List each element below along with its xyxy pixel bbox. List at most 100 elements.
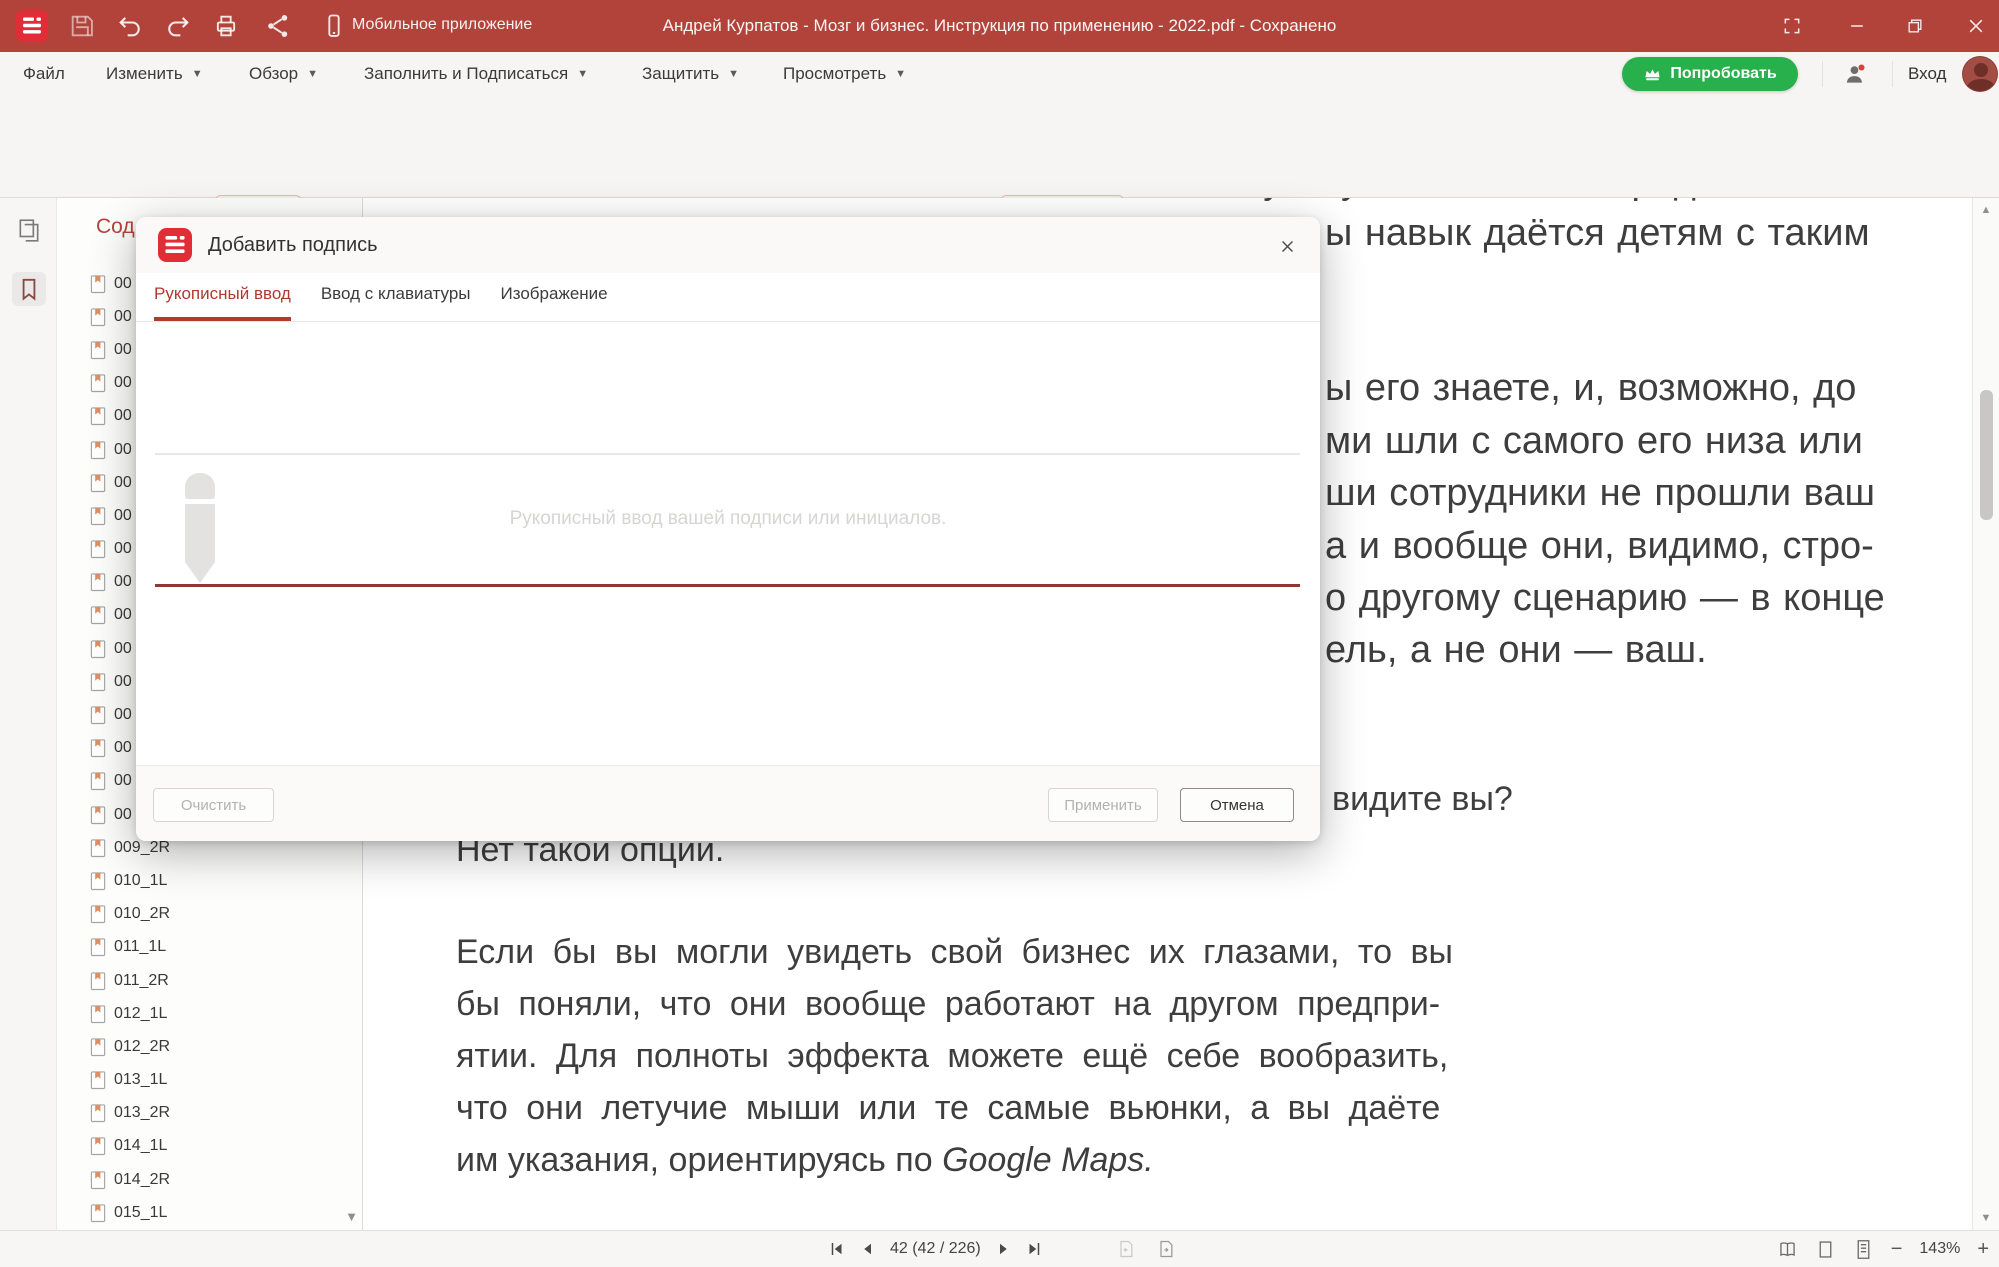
bookmark-page-icon — [90, 1037, 107, 1057]
bookmark-page-icon — [90, 705, 107, 725]
dialog-header: Добавить подпись — [136, 217, 1320, 273]
menu-fill-sign[interactable]: Заполнить и Подписаться▼ — [364, 52, 588, 96]
signature-top-line — [155, 453, 1300, 455]
mobile-app-label[interactable]: Мобильное приложение — [352, 16, 532, 34]
window-title: Андрей Курпатов - Мозг и бизнес. Инструк… — [663, 16, 1337, 36]
pdf-text-line: ель, а не они — ваш. — [1325, 629, 1707, 672]
maximize-button[interactable] — [1892, 0, 1938, 52]
bookmark-item[interactable]: 012_1L — [57, 997, 362, 1030]
mobile-phone-icon[interactable] — [320, 12, 348, 40]
statusbar: 42 (42 / 226) − 143% + — [0, 1230, 1999, 1267]
bookmarks-panel-icon[interactable] — [12, 272, 46, 306]
signature-draw-area[interactable]: Рукописный ввод вашей подписи или инициа… — [136, 322, 1320, 765]
bookmark-item[interactable]: 014_1L — [57, 1130, 362, 1163]
scroll-up-icon[interactable]: ▲ — [1973, 204, 1999, 216]
bookmark-page-icon — [90, 572, 107, 592]
menu-review[interactable]: Обзор▼ — [249, 52, 318, 96]
scrollbar-thumb[interactable] — [1980, 390, 1993, 520]
tab-keyboard[interactable]: Ввод с клавиатуры — [321, 273, 471, 321]
panel-strip — [0, 198, 57, 1230]
previous-view-icon[interactable] — [1116, 1239, 1136, 1259]
redo-icon[interactable] — [164, 12, 192, 40]
thumbnails-panel-icon[interactable] — [12, 213, 46, 247]
menu-view[interactable]: Просмотреть▼ — [783, 52, 906, 96]
view-history — [1116, 1231, 1176, 1267]
share-icon[interactable] — [264, 12, 292, 40]
menu-edit[interactable]: Изменить▼ — [106, 52, 203, 96]
page-indicator[interactable]: 42 (42 / 226) — [890, 1240, 981, 1258]
continuous-view-icon[interactable] — [1853, 1239, 1874, 1260]
bookmark-item[interactable]: 013_2R — [57, 1097, 362, 1130]
apply-button[interactable]: Применить — [1048, 788, 1158, 822]
bookmark-page-icon — [90, 539, 107, 559]
pdf-text-line: ятии. Для полноты эффекта можете ещё себ… — [456, 1037, 1448, 1076]
feedback-person-icon[interactable] — [1842, 61, 1868, 87]
bookmark-item[interactable]: 011_2R — [57, 964, 362, 997]
bookmarks-panel-title: Сод — [96, 215, 135, 239]
bookmark-label: 011_1L — [114, 938, 166, 956]
bookmark-item[interactable]: 015_1L — [57, 1196, 362, 1229]
menu-protect[interactable]: Защитить▼ — [642, 52, 739, 96]
save-icon[interactable] — [68, 12, 96, 40]
signature-baseline — [155, 584, 1300, 587]
vertical-scrollbar[interactable]: ▲ ▼ — [1972, 198, 1999, 1230]
clear-button[interactable]: Очистить — [153, 788, 274, 822]
page-navigation: 42 (42 / 226) — [828, 1231, 1043, 1267]
bookmark-page-icon — [90, 771, 107, 791]
zoom-in-button[interactable]: + — [1977, 1238, 1989, 1261]
cancel-button[interactable]: Отмена — [1180, 788, 1294, 822]
bookmark-item[interactable]: 012_2R — [57, 1030, 362, 1063]
zoom-out-button[interactable]: − — [1891, 1238, 1903, 1261]
bookmark-label: 00 — [114, 308, 132, 326]
bookmark-label: 00 — [114, 573, 132, 591]
bookmark-page-icon — [90, 1103, 107, 1123]
bookmark-label: 00 — [114, 806, 132, 824]
bookmark-item[interactable]: 010_1L — [57, 864, 362, 897]
bookmark-label: 009_2R — [114, 839, 170, 857]
zoom-level[interactable]: 143% — [1919, 1240, 1960, 1258]
scroll-down-icon[interactable]: ▼ — [1973, 1212, 1999, 1224]
next-page-icon[interactable] — [994, 1240, 1012, 1258]
bookmark-item[interactable]: 013_1L — [57, 1064, 362, 1097]
bookmark-label: 00 — [114, 341, 132, 359]
bookmark-label: 00 — [114, 540, 132, 558]
bookmark-label: 00 — [114, 772, 132, 790]
single-page-view-icon[interactable] — [1815, 1239, 1836, 1260]
close-button[interactable] — [1953, 0, 1999, 52]
tab-handwritten[interactable]: Рукописный ввод — [154, 273, 291, 321]
bookmark-item[interactable]: 011_1L — [57, 931, 362, 964]
app-logo-icon — [16, 10, 48, 42]
titlebar: Мобильное приложение Андрей Курпатов - М… — [0, 0, 1999, 52]
bookmark-page-icon — [90, 274, 107, 294]
app-logo-icon — [158, 228, 192, 262]
pdf-text-line: ы навык даётся детям с таким — [1325, 212, 1870, 255]
last-page-icon[interactable] — [1025, 1240, 1043, 1258]
dialog-footer: Очистить Применить Отмена — [136, 765, 1320, 841]
tab-image[interactable]: Изображение — [501, 273, 608, 321]
signin-link[interactable]: Вход — [1908, 64, 1946, 84]
dialog-tabs: Рукописный ввод Ввод с клавиатуры Изобра… — [136, 273, 1320, 322]
arrange-window-icon[interactable] — [1769, 0, 1815, 52]
close-icon[interactable] — [1274, 233, 1300, 259]
crown-icon — [1643, 65, 1662, 84]
minimize-button[interactable] — [1834, 0, 1880, 52]
menu-file[interactable]: Файл — [23, 52, 65, 96]
bookmark-page-icon — [90, 738, 107, 758]
bookmark-page-icon — [90, 605, 107, 625]
try-premium-button[interactable]: Попробовать — [1622, 57, 1798, 91]
bookmark-label: 00 — [114, 606, 132, 624]
avatar[interactable] — [1962, 56, 1998, 92]
bookmark-page-icon — [90, 1203, 107, 1223]
panel-scroll-down-icon[interactable]: ▼ — [345, 1209, 358, 1224]
print-icon[interactable] — [212, 12, 240, 40]
caret-down-icon: ▼ — [728, 68, 739, 80]
two-page-view-icon[interactable] — [1777, 1239, 1798, 1260]
next-view-icon[interactable] — [1156, 1239, 1176, 1259]
bookmark-item[interactable]: 010_2R — [57, 898, 362, 931]
bookmark-item[interactable]: 014_2R — [57, 1163, 362, 1196]
pdf-text-line: видите вы? — [1332, 780, 1513, 819]
undo-icon[interactable] — [116, 12, 144, 40]
menubar: Файл Изменить▼ Обзор▼ Заполнить и Подпис… — [0, 52, 1999, 96]
previous-page-icon[interactable] — [859, 1240, 877, 1258]
first-page-icon[interactable] — [828, 1240, 846, 1258]
